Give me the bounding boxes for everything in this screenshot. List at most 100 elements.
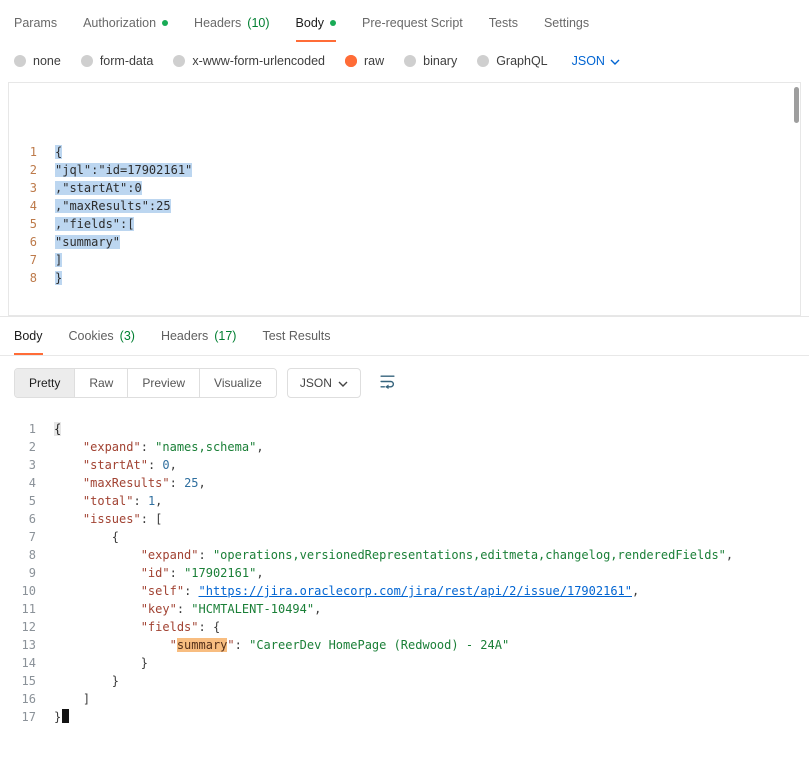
green-dot-icon bbox=[162, 20, 169, 26]
code-line: 16 ] bbox=[8, 690, 809, 708]
code-text: , bbox=[169, 458, 177, 472]
view-mode-visualize[interactable]: Visualize bbox=[200, 369, 276, 397]
tab-label: Body bbox=[14, 329, 43, 343]
code-content: } bbox=[55, 269, 63, 287]
response-language-dropdown[interactable]: JSON bbox=[286, 368, 361, 398]
tab-label: Authorization bbox=[83, 16, 157, 30]
selected-text: ,"fields":[ bbox=[55, 217, 135, 231]
code-content: "fields": { bbox=[54, 618, 220, 636]
code-content: "summary": "CareerDev HomePage (Redwood)… bbox=[54, 636, 509, 654]
json-key: "issues" bbox=[82, 512, 141, 526]
tab-response-body[interactable]: Body bbox=[14, 329, 43, 355]
selected-text: ,"maxResults":25 bbox=[55, 199, 171, 213]
chevron-down-icon bbox=[610, 54, 620, 68]
tab-headers[interactable]: Headers (10) bbox=[194, 16, 269, 42]
radio-selected-icon bbox=[345, 55, 357, 67]
radio-icon bbox=[173, 55, 186, 67]
radio-icon bbox=[80, 55, 93, 67]
code-content: "expand": "names,schema", bbox=[54, 438, 264, 456]
request-body-editor[interactable]: 1{2 "jql":"id=17902161" 3 ,"startAt":0 4 ,"ma… bbox=[8, 82, 801, 316]
code-text: : bbox=[133, 494, 148, 508]
code-line: 4 ,"maxResults":25 bbox=[9, 197, 800, 215]
line-number: 6 bbox=[29, 235, 37, 249]
code-content: "expand": "operations,versionedRepresent… bbox=[54, 546, 733, 564]
line-number: 14 bbox=[21, 656, 36, 670]
line-number: 16 bbox=[21, 692, 36, 706]
response-body-viewer[interactable]: 1{2 "expand": "names,schema", 3 "startAt"… bbox=[0, 410, 809, 726]
code-content: "maxResults": 25, bbox=[54, 474, 206, 492]
response-pane: Body Cookies (3) Headers (17) Test Resul… bbox=[0, 316, 809, 726]
line-number: 17 bbox=[21, 710, 36, 724]
code-text: } bbox=[54, 656, 148, 670]
json-string: "17902161" bbox=[184, 566, 257, 580]
tab-response-headers[interactable]: Headers (17) bbox=[161, 329, 236, 355]
wrap-lines-button[interactable] bbox=[373, 369, 403, 397]
radio-icon bbox=[14, 55, 26, 67]
code-text: : bbox=[140, 440, 156, 454]
code-text: , bbox=[632, 584, 640, 598]
body-type-bar: none form-data x-www-form-urlencoded raw… bbox=[0, 42, 809, 80]
code-content: "summary" bbox=[55, 233, 121, 251]
view-mode-raw[interactable]: Raw bbox=[75, 369, 129, 397]
code-text: { bbox=[54, 530, 120, 544]
body-language-dropdown[interactable]: JSON bbox=[572, 54, 620, 68]
text-cursor bbox=[62, 709, 70, 723]
json-key: "maxResults" bbox=[82, 476, 170, 490]
code-content: ,"startAt":0 bbox=[55, 179, 142, 197]
code-line: 3 "startAt": 0, bbox=[8, 456, 809, 474]
line-number: 1 bbox=[28, 422, 36, 436]
line-number: 6 bbox=[28, 512, 36, 526]
code-line: 10 "self": "https://jira.oraclecorp.com/… bbox=[8, 582, 809, 600]
body-type-graphql[interactable]: GraphQL bbox=[477, 54, 548, 68]
line-number: 8 bbox=[29, 271, 37, 285]
body-type-none[interactable]: none bbox=[14, 54, 61, 68]
code-content: { bbox=[55, 143, 63, 161]
tab-settings[interactable]: Settings bbox=[544, 16, 589, 42]
request-tabs: Params Authorization Headers (10) Body P… bbox=[0, 0, 809, 42]
code-line: 7 { bbox=[8, 528, 809, 546]
tab-label: Settings bbox=[543, 16, 590, 30]
code-text: : bbox=[176, 602, 192, 616]
line-number: 2 bbox=[28, 440, 36, 454]
code-content: } bbox=[54, 708, 70, 726]
view-mode-pretty[interactable]: Pretty bbox=[15, 369, 76, 397]
body-type-x-www-form-urlencoded[interactable]: x-www-form-urlencoded bbox=[173, 54, 325, 68]
line-number: 7 bbox=[28, 530, 36, 544]
tab-cookies[interactable]: Cookies (3) bbox=[69, 329, 135, 355]
line-number: 13 bbox=[21, 638, 36, 652]
tab-params[interactable]: Params bbox=[14, 16, 57, 42]
json-link[interactable]: "https://jira.oraclecorp.com/jira/rest/a… bbox=[199, 584, 632, 598]
tab-pre-request-script[interactable]: Pre-request Script bbox=[362, 16, 463, 42]
code-text: : [ bbox=[140, 512, 163, 526]
json-key: "id" bbox=[140, 566, 170, 580]
tab-test-results[interactable]: Test Results bbox=[262, 329, 330, 355]
view-mode-preview[interactable]: Preview bbox=[128, 369, 201, 397]
code-line: 1{ bbox=[8, 420, 809, 438]
radio-label: none bbox=[33, 54, 61, 68]
json-key: " bbox=[227, 638, 235, 652]
green-dot-icon bbox=[330, 20, 337, 26]
tab-authorization[interactable]: Authorization bbox=[83, 16, 169, 42]
response-toolbar: Pretty Raw Preview Visualize JSON bbox=[0, 356, 809, 410]
code-line: 5 "total": 1, bbox=[8, 492, 809, 510]
tab-tests[interactable]: Tests bbox=[489, 16, 518, 42]
code-line: 5 ,"fields":[ bbox=[9, 215, 800, 233]
body-type-raw[interactable]: raw bbox=[345, 54, 384, 68]
line-number: 4 bbox=[29, 199, 37, 213]
code-line: 6 "issues": [ bbox=[8, 510, 809, 528]
json-number: 25 bbox=[184, 476, 199, 490]
body-type-binary[interactable]: binary bbox=[404, 54, 457, 68]
code-line: 1{ bbox=[9, 143, 800, 161]
segment-label: Raw bbox=[89, 376, 114, 390]
line-number: 7 bbox=[29, 253, 37, 267]
code-content: ] bbox=[54, 690, 90, 708]
segment-label: Visualize bbox=[214, 376, 262, 390]
line-number: 3 bbox=[28, 458, 36, 472]
body-type-form-data[interactable]: form-data bbox=[80, 54, 153, 68]
request-pane: Params Authorization Headers (10) Body P… bbox=[0, 0, 809, 316]
tab-body[interactable]: Body bbox=[295, 16, 337, 42]
scrollbar-thumb[interactable] bbox=[794, 87, 799, 123]
